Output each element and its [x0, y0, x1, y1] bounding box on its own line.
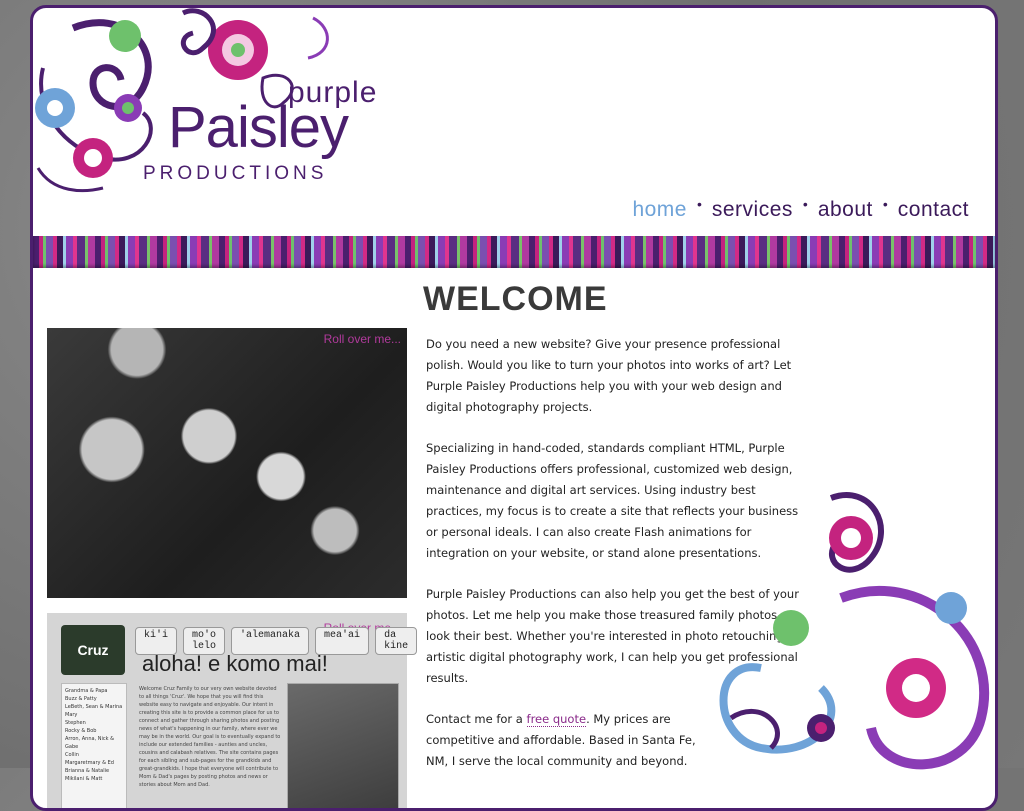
paisley-decoration — [719, 492, 990, 770]
rollover-website-preview[interactable]: Roll over me... Cruz Ohana ki'i mo'o lel… — [47, 613, 418, 808]
preview-sidebar-item: Buzz & Patty — [65, 696, 97, 702]
intro-paragraph: Do you need a new website? Give your pre… — [426, 337, 792, 414]
decorative-stripe-band — [33, 236, 995, 268]
preview-logo: Cruz Ohana — [61, 625, 125, 708]
nav-separator: • — [696, 196, 702, 212]
nav-services[interactable]: services — [712, 198, 793, 222]
preview-sidebar-item: Rocky & Bob — [65, 728, 97, 734]
brand-line-paisley: Paisley — [168, 95, 349, 160]
page: { "brand": { "line1": "purple", "line2":… — [0, 0, 1024, 811]
preview-sidebar-item: Brianna & Natalie — [65, 768, 110, 774]
main-nav: home • services • about • contact — [632, 196, 969, 222]
preview-sidebar-item: Margaretmary & Ed — [65, 760, 114, 766]
nav-contact[interactable]: contact — [898, 198, 969, 222]
logo[interactable]: purple Paisley PRODUCTIONS — [33, 8, 413, 198]
contact-paragraph: Contact me for a free quote. My prices a… — [426, 709, 696, 772]
nav-separator: • — [802, 196, 808, 212]
preview-tab: da kine — [375, 627, 418, 655]
preview-sidebar-item: Arron, Anna, Nick & Gabe — [65, 736, 115, 750]
preview-sidebar-item: Collin — [65, 752, 79, 758]
preview-heading: aloha! e komo mai! — [142, 651, 328, 676]
preview-sidebar-item: Mary — [65, 712, 78, 718]
rollover-label: Roll over me... — [323, 332, 401, 346]
preview-family-photo — [287, 683, 399, 808]
site-frame: purple Paisley PRODUCTIONS home • servic… — [30, 5, 998, 811]
nav-about[interactable]: about — [818, 198, 873, 222]
rollover-photo-flowers[interactable]: Roll over me... — [47, 328, 407, 598]
brand-line-productions: PRODUCTIONS — [143, 163, 328, 184]
preview-sidebar-item: LeBeth, Sean & Marina — [65, 704, 123, 710]
nav-home[interactable]: home — [632, 198, 687, 222]
preview-sidebar-item: Stephen — [65, 720, 86, 726]
page-title: WELCOME — [423, 280, 608, 318]
preview-sidebar-item: Grandma & Papa — [65, 688, 108, 694]
preview-body-text: Welcome Cruz Family to our very own webs… — [139, 686, 281, 788]
preview-sidebar: Grandma & Papa Buzz & Patty LeBeth, Sean… — [61, 683, 127, 808]
preview-sidebar-item: Mikilani & Matt — [65, 776, 103, 782]
contact-prefix: Contact me for a — [426, 712, 527, 726]
nav-separator: • — [882, 196, 888, 212]
free-quote-link[interactable]: free quote — [526, 712, 587, 727]
